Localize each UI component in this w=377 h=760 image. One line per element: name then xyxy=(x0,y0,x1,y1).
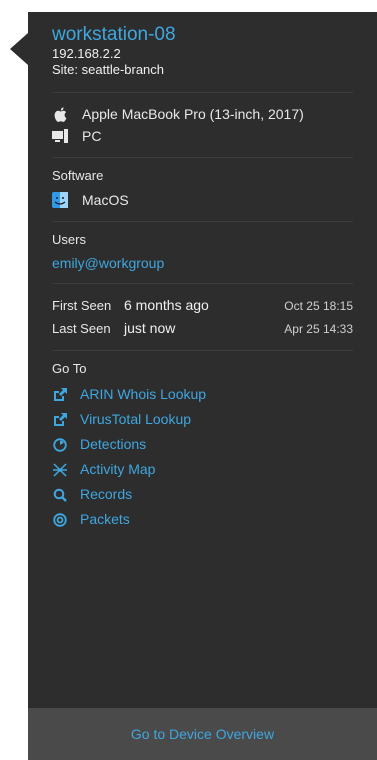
goto-virustotal[interactable]: VirusTotal Lookup xyxy=(52,407,353,432)
first-seen-row: First Seen 6 months ago Oct 25 18:15 xyxy=(52,294,353,317)
device-type-row: PC xyxy=(52,125,353,147)
goto-arin-whois[interactable]: ARIN Whois Lookup xyxy=(52,382,353,407)
goto-packets[interactable]: Packets xyxy=(52,507,353,532)
hardware-model: Apple MacBook Pro (13-inch, 2017) xyxy=(82,106,304,122)
activity-map-icon xyxy=(52,462,68,478)
goto-records[interactable]: Records xyxy=(52,482,353,507)
users-heading: Users xyxy=(52,232,86,247)
external-link-icon xyxy=(52,387,68,403)
first-seen-value: 6 months ago xyxy=(124,297,209,313)
external-link-icon xyxy=(52,412,68,428)
macos-finder-icon xyxy=(52,192,68,208)
goto-heading: Go To xyxy=(52,361,87,376)
device-type: PC xyxy=(82,128,102,144)
packets-icon xyxy=(52,512,68,528)
last-seen-label: Last Seen xyxy=(52,321,111,336)
goto-virustotal-label: VirusTotal Lookup xyxy=(80,411,192,427)
panel-pointer xyxy=(10,33,28,65)
goto-records-label: Records xyxy=(80,486,133,502)
device-ip: 192.168.2.2 xyxy=(52,46,121,61)
hardware-model-row: Apple MacBook Pro (13-inch, 2017) xyxy=(52,103,353,125)
user-link[interactable]: emily@workgroup xyxy=(52,253,353,273)
goto-detections[interactable]: Detections xyxy=(52,432,353,457)
goto-activity-map[interactable]: Activity Map xyxy=(52,457,353,482)
apple-icon xyxy=(52,106,68,122)
goto-packets-label: Packets xyxy=(80,511,130,527)
device-detail-panel: workstation-08 192.168.2.2 Site: seattle… xyxy=(28,12,377,760)
device-overview-label: Go to Device Overview xyxy=(130,726,275,742)
device-site: Site: seattle-branch xyxy=(52,62,353,78)
goto-detections-label: Detections xyxy=(80,436,147,452)
first-seen-label: First Seen xyxy=(52,298,112,313)
device-overview-button[interactable]: Go to Device Overview xyxy=(28,708,377,760)
software-os: MacOS xyxy=(82,192,129,208)
goto-arin-label: ARIN Whois Lookup xyxy=(80,386,207,402)
first-seen-date: Oct 25 18:15 xyxy=(284,299,353,313)
search-icon xyxy=(52,487,68,503)
site-value: seattle-branch xyxy=(81,62,165,77)
device-hostname[interactable]: workstation-08 xyxy=(52,24,353,46)
site-label: Site: xyxy=(52,62,79,77)
goto-activity-map-label: Activity Map xyxy=(80,461,156,477)
last-seen-row: Last Seen just now Apr 25 14:33 xyxy=(52,317,353,340)
last-seen-value: just now xyxy=(124,320,176,336)
detections-icon xyxy=(52,437,68,453)
last-seen-date: Apr 25 14:33 xyxy=(284,322,353,336)
software-os-row: MacOS xyxy=(52,189,353,211)
desktop-pc-icon xyxy=(52,128,68,144)
software-heading: Software xyxy=(52,168,104,183)
